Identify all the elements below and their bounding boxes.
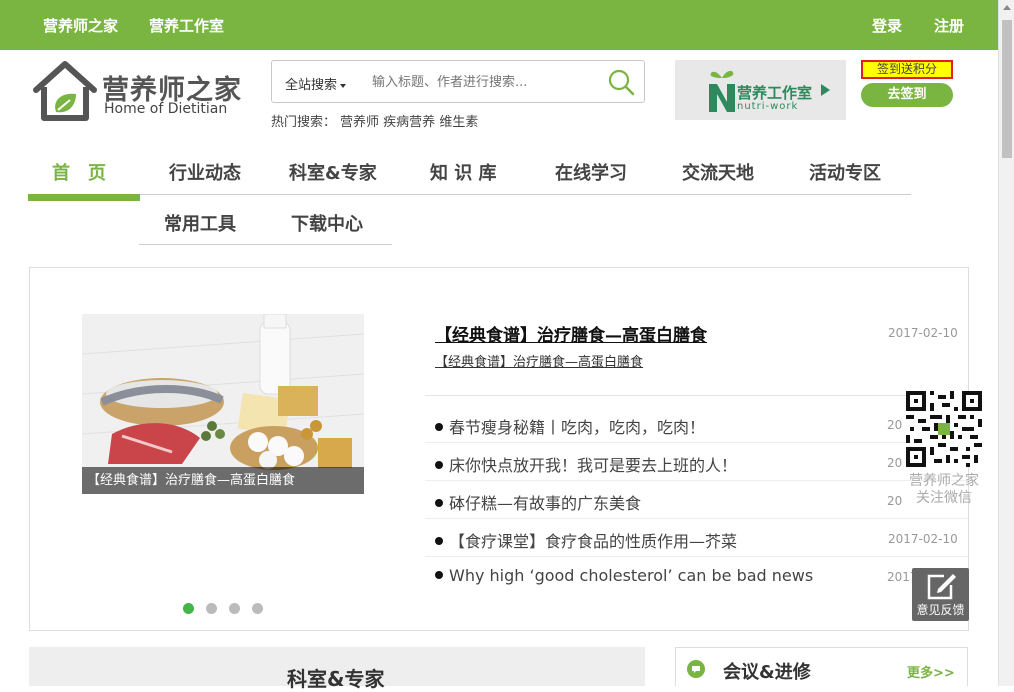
feedback-button[interactable]: 意见反馈 [912,568,969,621]
hot-search-label: 热门搜索： [271,115,337,130]
feedback-label: 意见反馈 [916,603,965,617]
search-scope-label: 全站搜索 [285,78,338,93]
conference-training-panel: 会议&进修 更多>> [675,647,968,686]
news-divider [425,518,968,519]
nav-downloads[interactable]: 下载中心 [291,210,363,236]
register-link[interactable]: 注册 [934,15,964,36]
top-bar: 营养师之家 营养工作室 登录 注册 [0,0,998,50]
news-item-title: 砵仔糕—有故事的广东美食 [449,494,642,513]
carousel-dot[interactable] [252,603,263,614]
nav-industry-news[interactable]: 行业动态 [169,159,241,185]
site-logo[interactable]: 营养师之家 Home of Dietitian [32,60,242,124]
news-item[interactable]: Why high ‘good cholesterol’ can be bad n… [435,566,813,585]
hot-term-vitamins[interactable]: 维生素 [439,115,478,130]
news-item[interactable]: 床你快点放开我！我可是要去上班的人！ [435,452,737,476]
wechat-qr-code [906,391,982,467]
qr-label-follow: 关注微信 [916,490,972,506]
news-item[interactable]: 砵仔糕—有故事的广东美食 [435,490,641,514]
nav-knowledge-base[interactable]: 知 识 库 [430,159,497,185]
scroll-up-arrow-icon[interactable] [1003,5,1011,10]
nutri-work-banner[interactable]: 营养工作室 nutri-work [675,60,846,120]
chat-bubble-icon [687,660,705,678]
nav-divider-second-row [139,244,392,245]
bullet-icon [435,536,443,545]
news-divider [425,556,968,557]
carousel-dot[interactable] [229,603,240,614]
carousel-dot[interactable] [206,603,217,614]
search-icon[interactable] [606,67,636,97]
nav-departments-experts[interactable]: 科室&专家 [289,159,377,185]
nav-online-learning[interactable]: 在线学习 [555,159,627,185]
panel-title: 会议&进修 [723,662,811,683]
search-scope-dropdown[interactable]: 全站搜索 [285,74,347,93]
hot-search: 热门搜索： 营养师 疾病营养 维生素 [271,111,478,130]
bullet-icon [435,570,443,579]
bullet-icon [435,498,443,507]
sign-in-button[interactable]: 去签到 [861,83,953,107]
scrollbar-thumb[interactable] [1002,20,1012,158]
slide-caption: 【经典食谱】治疗膳食—高蛋白膳食 [82,467,364,494]
bullet-icon [435,460,443,469]
page-scrollbar[interactable] [998,0,1014,686]
nav-tools[interactable]: 常用工具 [164,210,236,236]
news-item-date: 20 [887,456,903,470]
house-leaf-logo-icon [33,61,97,121]
caret-down-icon [340,83,347,88]
departments-experts-section-header: 科室&专家 [29,647,645,691]
search-input[interactable] [372,71,592,93]
featured-subline[interactable]: 【经典食谱】治疗膳食—高蛋白膳食 [435,351,643,370]
news-item-title: 床你快点放开我！我可是要去上班的人！ [449,456,738,475]
hot-term-disease-nutrition[interactable]: 疾病营养 [383,115,435,130]
search-box: 全站搜索 [271,60,645,103]
nav-home[interactable]: 首 页 [52,159,106,185]
news-divider [425,442,968,443]
news-item-title: 春节瘦身秘籍丨吃肉，吃肉，吃肉！ [449,418,706,437]
nav-events[interactable]: 活动专区 [809,159,881,185]
play-icon [821,84,830,96]
news-item-date: 2017-02-10 [888,532,958,546]
section-title: 科室&专家 [287,667,385,691]
nav-community[interactable]: 交流天地 [682,159,754,185]
bullet-icon [435,422,443,431]
qr-code-icon [906,391,982,467]
top-link-nutri-work[interactable]: 营养工作室 [149,15,224,36]
login-link[interactable]: 登录 [872,15,902,36]
banner-subtitle: nutri-work [737,101,799,112]
sign-in-points-note: 签到送积分 [861,60,953,79]
carousel-dot-active[interactable] [183,603,194,614]
logo-subtitle: Home of Dietitian [104,101,228,117]
featured-headline-date: 2017-02-10 [888,326,958,340]
hot-term-dietitian[interactable]: 营养师 [340,115,379,130]
featured-headline[interactable]: 【经典食谱】治疗膳食—高蛋白膳食 [435,321,707,346]
news-item-title: 【食疗课堂】食疗食品的性质作用—芥菜 [449,532,738,551]
featured-slide-image[interactable]: 【经典食谱】治疗膳食—高蛋白膳食 [82,314,364,494]
news-item-date: 20 [887,418,903,432]
headline-divider [425,395,968,396]
news-item[interactable]: 【食疗课堂】食疗食品的性质作用—芥菜 [435,528,737,552]
top-link-home-of-dietitian[interactable]: 营养师之家 [43,15,118,36]
edit-icon [927,574,956,600]
news-item-title: Why high ‘good cholesterol’ can be bad n… [449,566,814,585]
banner-title: 营养工作室 [737,84,813,102]
news-divider [425,480,968,481]
sprout-n-logo-icon [709,70,735,112]
news-item[interactable]: 春节瘦身秘籍丨吃肉，吃肉，吃肉！ [435,414,705,438]
nav-divider [140,194,911,195]
nav-active-indicator [28,194,140,201]
more-link[interactable]: 更多>> [907,662,955,681]
